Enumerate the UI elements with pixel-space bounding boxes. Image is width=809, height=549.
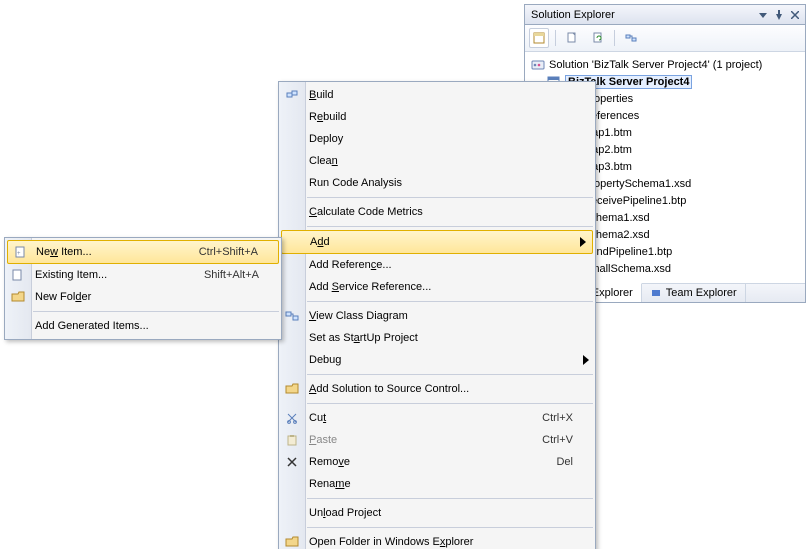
submenu-new-item[interactable]: + New Item...Ctrl+Shift+A xyxy=(7,240,279,264)
panel-title-text: Solution Explorer xyxy=(531,9,615,21)
submenu-add-generated-items[interactable]: Add Generated Items... xyxy=(5,315,281,337)
menu-paste[interactable]: PasteCtrl+V xyxy=(279,429,595,451)
menu-separator xyxy=(307,498,593,499)
svg-text:+: + xyxy=(17,251,21,257)
cut-icon xyxy=(284,410,300,426)
remove-icon xyxy=(284,454,300,470)
menu-view-class-diagram[interactable]: View Class Diagram xyxy=(279,305,595,327)
submenu-new-folder[interactable]: New Folder xyxy=(5,286,281,308)
solution-root-label: Solution 'BizTalk Server Project4' (1 pr… xyxy=(549,59,762,71)
shortcut-label: Del xyxy=(556,456,573,468)
class-diagram-icon xyxy=(284,308,300,324)
shortcut-label: Ctrl+X xyxy=(542,412,573,424)
solution-icon xyxy=(531,58,545,72)
menu-open-folder-in-explorer[interactable]: Open Folder in Windows Explorer xyxy=(279,531,595,549)
menu-unload-project[interactable]: Unload Project xyxy=(279,502,595,524)
menu-run-code-analysis[interactable]: Run Code Analysis xyxy=(279,172,595,194)
menu-deploy[interactable]: Deploy xyxy=(279,128,595,150)
open-folder-icon xyxy=(284,534,300,549)
tab-team-explorer[interactable]: Team Explorer xyxy=(642,284,746,302)
panel-titlebar: Solution Explorer xyxy=(525,5,805,25)
menu-add-service-reference[interactable]: Add Service Reference... xyxy=(279,276,595,298)
add-submenu: + New Item...Ctrl+Shift+A Existing Item.… xyxy=(4,237,282,340)
project-context-menu: Build Rebuild Deploy Clean Run Code Anal… xyxy=(278,81,596,549)
paste-icon xyxy=(284,432,300,448)
menu-add-reference[interactable]: Add Reference... xyxy=(279,254,595,276)
shortcut-label: Shift+Alt+A xyxy=(204,269,259,281)
menu-separator xyxy=(307,374,593,375)
solution-root-node[interactable]: Solution 'BizTalk Server Project4' (1 pr… xyxy=(529,56,801,73)
submenu-arrow-icon xyxy=(583,355,589,365)
panel-window-controls xyxy=(757,9,801,21)
toolbar-separator xyxy=(614,30,615,46)
new-folder-icon xyxy=(10,289,26,305)
refresh-icon[interactable] xyxy=(588,28,608,48)
tab-label: Team Explorer xyxy=(666,287,737,299)
menu-add[interactable]: Add xyxy=(281,230,593,254)
menu-separator xyxy=(33,311,279,312)
show-all-files-icon[interactable] xyxy=(562,28,582,48)
menu-separator xyxy=(307,301,593,302)
menu-cut[interactable]: CutCtrl+X xyxy=(279,407,595,429)
pin-icon[interactable] xyxy=(773,9,785,21)
existing-item-icon xyxy=(10,267,26,283)
menu-remove[interactable]: RemoveDel xyxy=(279,451,595,473)
menu-separator xyxy=(307,197,593,198)
menu-add-solution-to-source-control[interactable]: Add Solution to Source Control... xyxy=(279,378,595,400)
shortcut-label: Ctrl+Shift+A xyxy=(199,246,258,258)
menu-separator xyxy=(307,527,593,528)
submenu-arrow-icon xyxy=(580,237,586,247)
menu-rename[interactable]: Rename xyxy=(279,473,595,495)
menu-clean[interactable]: Clean xyxy=(279,150,595,172)
close-icon[interactable] xyxy=(789,9,801,21)
menu-calculate-code-metrics[interactable]: Calculate Code Metrics xyxy=(279,201,595,223)
menu-set-startup-project[interactable]: Set as StartUp Project xyxy=(279,327,595,349)
menu-build[interactable]: Build xyxy=(279,84,595,106)
build-icon xyxy=(284,87,300,103)
view-class-diagram-icon[interactable] xyxy=(621,28,641,48)
shortcut-label: Ctrl+V xyxy=(542,434,573,446)
properties-icon[interactable] xyxy=(529,28,549,48)
menu-debug[interactable]: Debug xyxy=(279,349,595,371)
toolbar-separator xyxy=(555,30,556,46)
menu-separator xyxy=(307,403,593,404)
dropdown-icon[interactable] xyxy=(757,9,769,21)
panel-toolbar xyxy=(525,25,805,52)
new-item-icon: + xyxy=(13,244,29,260)
team-explorer-tab-icon xyxy=(650,287,662,299)
menu-separator xyxy=(307,226,593,227)
menu-rebuild[interactable]: Rebuild xyxy=(279,106,595,128)
submenu-existing-item[interactable]: Existing Item...Shift+Alt+A xyxy=(5,264,281,286)
source-control-icon xyxy=(284,381,300,397)
